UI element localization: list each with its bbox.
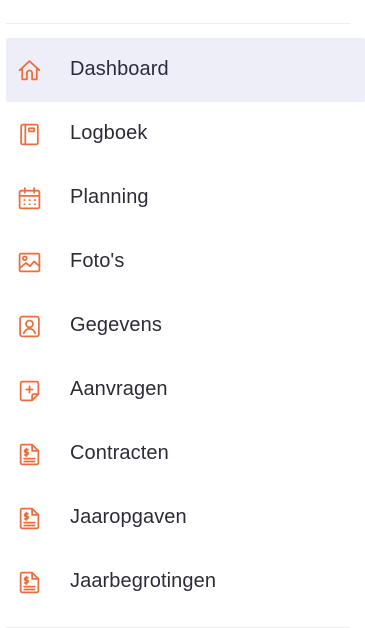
sidebar-item-label: Dashboard	[70, 58, 169, 81]
sidebar-item-logboek[interactable]: Logboek	[6, 102, 365, 166]
sidebar-item-label: Logboek	[70, 122, 148, 145]
sidebar-item-label: Jaarbegrotingen	[70, 570, 217, 593]
sidebar-item-label: Contracten	[70, 442, 169, 465]
top-divider	[6, 23, 350, 24]
sidebar-item-gegevens[interactable]: Gegevens	[6, 294, 365, 358]
sidebar-item-label: Aanvragen	[70, 378, 168, 401]
sidebar-item-fotos[interactable]: Foto's	[6, 230, 365, 294]
sidebar-item-planning[interactable]: Planning	[6, 166, 365, 230]
dollar-document-icon	[17, 506, 42, 531]
sidebar-nav: Dashboard Logboek Planning Foto's Gegeve…	[6, 38, 365, 614]
home-icon	[17, 58, 42, 83]
notebook-icon	[17, 122, 42, 147]
sidebar-item-label: Planning	[70, 186, 149, 209]
add-note-icon	[17, 378, 42, 403]
sidebar-item-label: Gegevens	[70, 314, 162, 337]
image-icon	[17, 250, 42, 275]
dollar-document-icon	[17, 442, 42, 467]
calendar-icon	[17, 186, 42, 211]
sidebar-item-contracten[interactable]: Contracten	[6, 422, 365, 486]
sidebar-item-dashboard[interactable]: Dashboard	[6, 38, 365, 102]
sidebar-item-label: Foto's	[70, 250, 125, 273]
dollar-document-icon	[17, 570, 42, 595]
sidebar-item-label: Jaaropgaven	[70, 506, 187, 529]
sidebar-item-jaarbegrotingen[interactable]: Jaarbegrotingen	[6, 550, 365, 614]
sidebar-item-aanvragen[interactable]: Aanvragen	[6, 358, 365, 422]
user-profile-icon	[17, 314, 42, 339]
sidebar-item-jaaropgaven[interactable]: Jaaropgaven	[6, 486, 365, 550]
